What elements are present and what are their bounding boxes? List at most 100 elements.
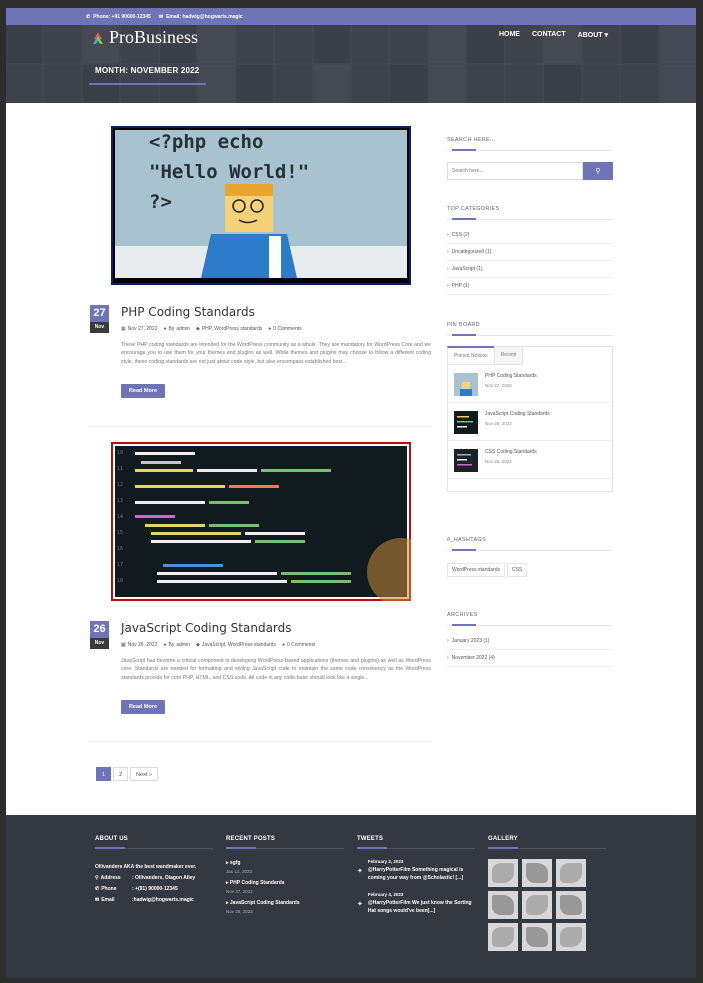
- footer-email[interactable]: ✉ Email :hadwig@hogwarts.magic: [95, 897, 217, 903]
- hashtag-item[interactable]: WordPress standards: [447, 563, 505, 577]
- svg-text:18: 18: [117, 578, 123, 584]
- pin-date: Nov 27, 2022: [485, 383, 512, 388]
- widget-title: SEARCH HERE...: [447, 137, 496, 143]
- main-nav: HOME CONTACT ABOUT ▾: [499, 31, 608, 39]
- footer-about: ABOUT US Ollivanders AKA the best wandma…: [95, 836, 217, 903]
- gallery-image[interactable]: [488, 859, 518, 887]
- category-item[interactable]: JavaScript (1): [447, 261, 613, 278]
- category-item[interactable]: Uncategorized (1): [447, 244, 613, 261]
- page: ✆ Phone: +91 90000-12345 ✉ Email: hadwig…: [6, 8, 696, 978]
- tweet-date: February 2, 2023: [367, 859, 404, 864]
- post-title[interactable]: PHP Coding Standards: [121, 305, 255, 319]
- chevron-down-icon: ▾: [602, 32, 608, 39]
- archive-item[interactable]: January 2023 (1): [447, 633, 613, 650]
- tweet-item: ✦ February 2, 2023 @HarryPotterFilm Some…: [357, 859, 479, 882]
- footer-rule: [488, 847, 606, 849]
- pagination: 1 2 Next »: [96, 767, 159, 781]
- footer-heading: GALLERY: [488, 836, 518, 842]
- tweet-handle[interactable]: @HarryPotterFilm: [368, 867, 411, 873]
- gallery-image[interactable]: [556, 923, 586, 951]
- post-thumbnail[interactable]: <?php echo "Hello World!" ?>: [111, 126, 411, 285]
- svg-text:14: 14: [117, 514, 123, 520]
- pin-title: PHP Coding Standards: [485, 373, 537, 379]
- post-categories[interactable]: ◆ JavaScript, WordPress standards: [196, 642, 276, 648]
- phone-icon: ✆: [86, 13, 91, 20]
- svg-text:13: 13: [117, 498, 123, 504]
- gallery-grid: [488, 859, 610, 951]
- gallery-image[interactable]: [488, 923, 518, 951]
- post-date[interactable]: ▦ Nov 27, 2022: [121, 326, 157, 332]
- pin-title: CSS Coding Standards: [485, 449, 537, 455]
- recent-post-title[interactable]: PHP Coding Standards: [226, 880, 348, 886]
- recent-post-title[interactable]: JavaScript Coding Standards: [226, 900, 348, 906]
- tag-icon: ◆: [195, 326, 200, 332]
- sidebar-archives-widget: ARCHIVES January 2023 (1) November 2022 …: [447, 612, 613, 667]
- footer-tweets: TWEETS ✦ February 2, 2023 @HarryPotterFi…: [357, 836, 479, 915]
- pin-item[interactable]: PHP Coding Standards Nov 27, 2022: [448, 365, 612, 403]
- footer-rule: [95, 847, 213, 849]
- category-item[interactable]: PHP (1): [447, 278, 613, 295]
- footer-recent-posts: RECENT POSTS sgfg Jan 14, 2023 PHP Codin…: [226, 836, 348, 920]
- tweet-item: ✦ February 4, 2023 @HarryPotterFilm We j…: [357, 892, 479, 915]
- pin-item[interactable]: JavaScript Coding Standards Nov 26, 2022: [448, 403, 612, 441]
- gallery-image[interactable]: [522, 891, 552, 919]
- gallery-image[interactable]: [556, 859, 586, 887]
- read-more-button[interactable]: Read More: [121, 700, 165, 714]
- gallery-image[interactable]: [522, 923, 552, 951]
- widget-rule: [447, 624, 613, 626]
- search-icon: ⚲: [595, 168, 601, 175]
- pin-item[interactable]: CSS Coding Standards Nov 26, 2022: [448, 441, 612, 479]
- pin-date: Nov 26, 2022: [485, 421, 512, 426]
- footer-heading: ABOUT US: [95, 836, 128, 842]
- user-icon: ●: [163, 326, 167, 332]
- footer-gallery: GALLERY: [488, 836, 610, 951]
- post-author[interactable]: ● By admin: [163, 642, 190, 648]
- archive-list: January 2023 (1) November 2022 (4): [447, 633, 613, 667]
- svg-text:11: 11: [117, 466, 123, 472]
- gallery-image[interactable]: [556, 891, 586, 919]
- site-logo[interactable]: ProBusiness: [90, 27, 198, 48]
- contact-email[interactable]: ✉ Email: hadwig@hogwarts.magic: [159, 14, 243, 20]
- page-1-link[interactable]: 1: [96, 767, 112, 781]
- tweet-handle[interactable]: @HarryPotterFilm: [368, 900, 411, 906]
- tab-recent[interactable]: Recent: [493, 346, 524, 365]
- gallery-image[interactable]: [522, 859, 552, 887]
- next-page-link[interactable]: Next »: [130, 767, 159, 781]
- archive-item[interactable]: November 2022 (4): [447, 650, 613, 667]
- recent-post-list: sgfg Jan 14, 2023 PHP Coding Standards N…: [226, 860, 348, 914]
- widget-rule: [447, 549, 613, 551]
- post-thumbnail[interactable]: 10 11 12 13 14 15 16 17 18: [111, 442, 411, 601]
- category-item[interactable]: CSS (2): [447, 227, 613, 244]
- post-day: 26: [90, 621, 109, 638]
- hashtag-item[interactable]: CSS: [506, 563, 528, 577]
- twitter-icon: ✦: [357, 901, 363, 908]
- widget-title: #_HASHTAGS: [447, 537, 486, 543]
- post-comments[interactable]: ● 0 Comments: [282, 642, 315, 648]
- post-categories[interactable]: ◆ PHP, WordPress standards: [196, 326, 262, 332]
- tag-icon: ◆: [195, 642, 200, 648]
- tab-pinned-notices[interactable]: Pinned Notices: [447, 346, 495, 365]
- nav-home[interactable]: HOME: [499, 31, 520, 39]
- widget-title: TOP CATEGORIES: [447, 206, 500, 212]
- post-author[interactable]: ● By admin: [163, 326, 190, 332]
- site-footer: ABOUT US Ollivanders AKA the best wandma…: [6, 815, 696, 978]
- logo-icon: [93, 31, 103, 44]
- gallery-image[interactable]: [488, 891, 518, 919]
- calendar-icon: ▦: [121, 326, 126, 332]
- post-date[interactable]: ▦ Nov 26, 2022: [121, 642, 157, 648]
- search-button[interactable]: ⚲: [583, 162, 613, 180]
- footer-heading: RECENT POSTS: [226, 836, 276, 842]
- tag-cloud: WordPress standards CSS: [447, 563, 613, 577]
- svg-text:10: 10: [117, 450, 123, 456]
- nav-about[interactable]: ABOUT ▾: [578, 31, 608, 39]
- sidebar-pinboard-widget: PIN BOARD Pinned Notices Recent PHP Codi…: [447, 322, 613, 492]
- contact-phone: ✆ Phone: +91 90000-12345: [86, 13, 151, 20]
- post-comments[interactable]: ● 0 Comments: [268, 326, 301, 332]
- read-more-button[interactable]: Read More: [121, 384, 165, 398]
- recent-post-title[interactable]: sgfg: [226, 860, 348, 866]
- post-title[interactable]: JavaScript Coding Standards: [121, 621, 292, 635]
- nav-contact[interactable]: CONTACT: [532, 31, 566, 39]
- page-2-link[interactable]: 2: [113, 767, 129, 781]
- search-input[interactable]: [447, 162, 583, 180]
- title-underline: [89, 83, 206, 85]
